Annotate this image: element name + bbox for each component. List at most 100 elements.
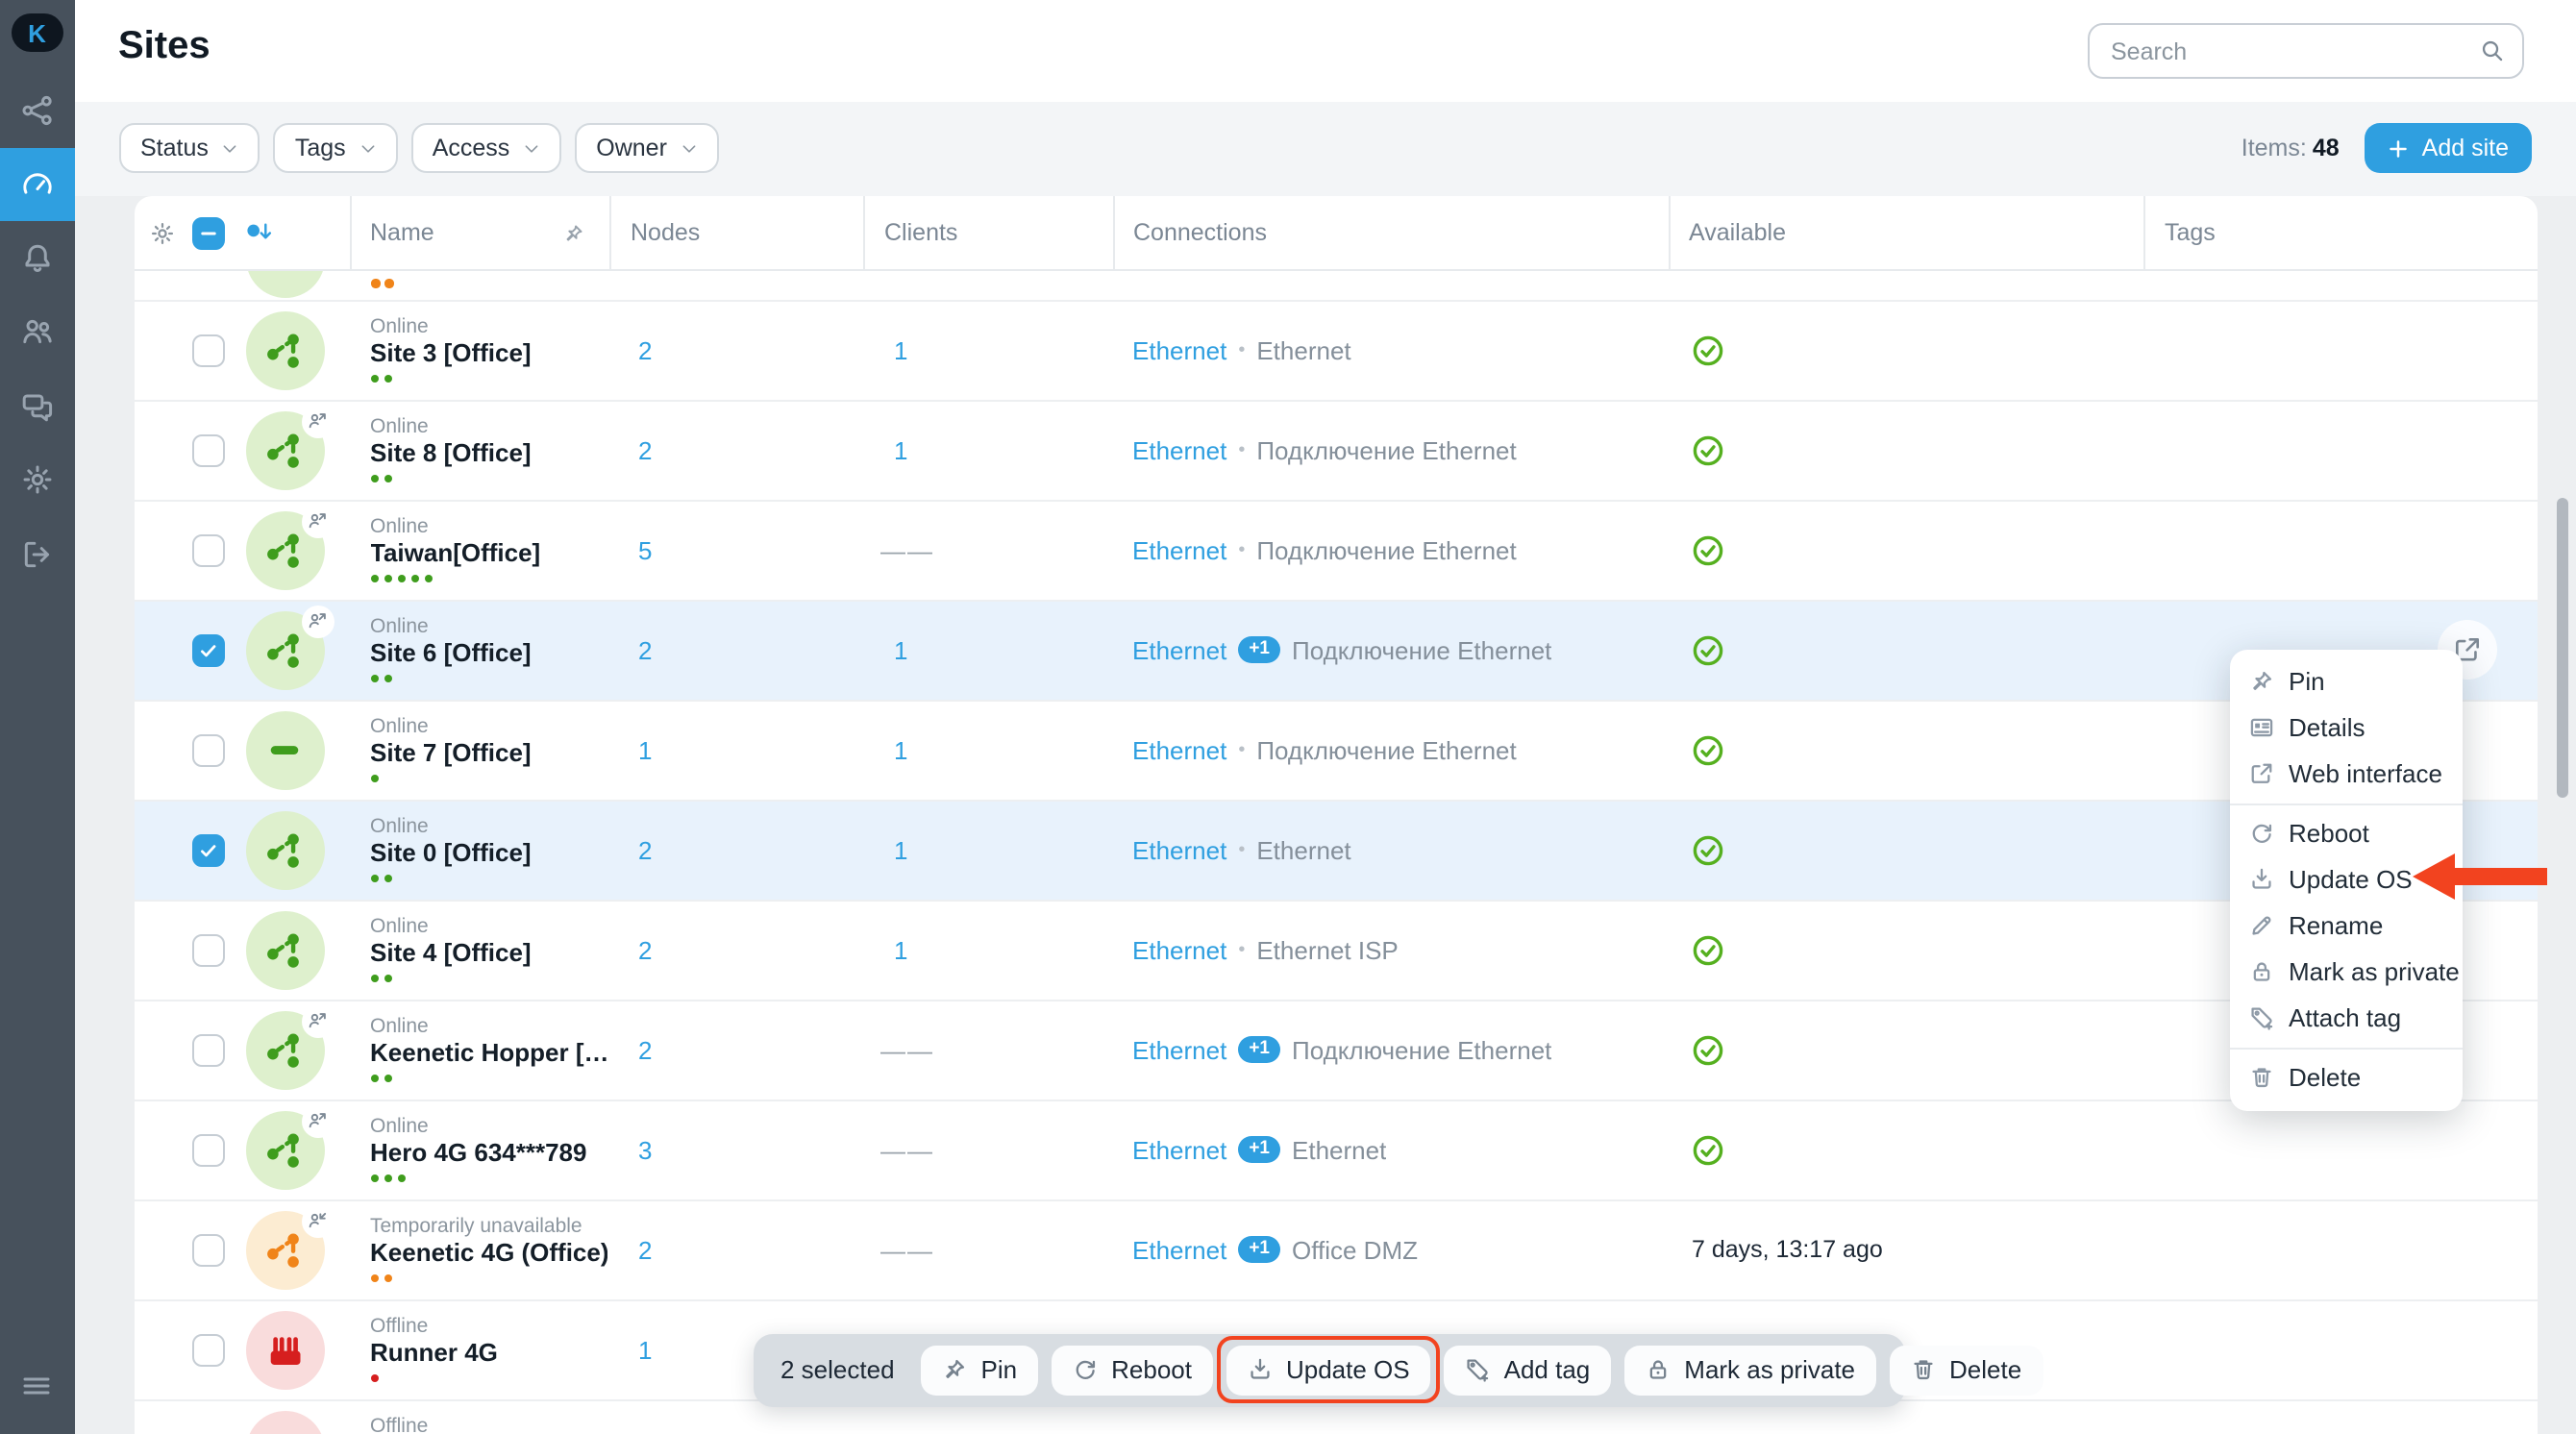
- connection-link[interactable]: Ethernet: [1132, 1135, 1226, 1164]
- connection-link[interactable]: Ethernet: [1132, 435, 1226, 464]
- menu-item-mark-as-private[interactable]: Mark as private: [2229, 949, 2462, 995]
- column-header-name[interactable]: Name: [351, 196, 611, 269]
- nodes-count[interactable]: 2: [638, 835, 652, 864]
- row-checkbox[interactable]: [191, 1033, 224, 1066]
- table-row[interactable]: OnlineKeenetic Hopper […2——Ethernet+1Под…: [135, 1001, 2538, 1100]
- sidebar-item-sites[interactable]: [0, 73, 74, 147]
- site-name[interactable]: Hero 4G 634***789: [370, 1138, 587, 1171]
- nodes-count[interactable]: 2: [638, 635, 652, 664]
- sidebar-item-logout[interactable]: [0, 517, 74, 591]
- menu-item-delete[interactable]: Delete: [2229, 1054, 2462, 1100]
- row-checkbox[interactable]: [191, 533, 224, 566]
- menu-item-attach-tag[interactable]: Attach tag: [2229, 995, 2462, 1041]
- site-name[interactable]: Site 4 [Office]: [370, 938, 532, 971]
- bulk-delete-button[interactable]: Delete: [1890, 1346, 2043, 1396]
- connection-link[interactable]: Ethernet: [1132, 635, 1226, 664]
- filter-chip-access[interactable]: Access: [411, 123, 562, 173]
- row-checkbox[interactable]: [191, 1333, 224, 1366]
- app-logo[interactable]: K: [12, 13, 63, 52]
- column-header-nodes[interactable]: Nodes: [611, 196, 865, 269]
- bulk-reboot-button[interactable]: Reboot: [1052, 1346, 1213, 1396]
- table-row[interactable]: OnlineSite 8 [Office]21Ethernet•Подключе…: [135, 401, 2538, 501]
- nodes-count[interactable]: 2: [638, 1235, 652, 1264]
- menu-item-update-os[interactable]: Update OS: [2229, 856, 2462, 902]
- table-row[interactable]: OnlineHero 4G 634***7893——Ethernet+1Ethe…: [135, 1100, 2538, 1200]
- site-name[interactable]: Runner 4G: [370, 1338, 498, 1371]
- clients-count[interactable]: 1: [894, 335, 907, 364]
- connection-link[interactable]: Ethernet: [1132, 1035, 1226, 1064]
- connection-link[interactable]: Ethernet: [1132, 935, 1226, 964]
- row-checkbox[interactable]: [191, 1133, 224, 1166]
- menu-item-web-interface[interactable]: Web interface: [2229, 751, 2462, 797]
- row-checkbox[interactable]: [191, 933, 224, 966]
- nodes-count[interactable]: 5: [638, 535, 652, 564]
- site-name[interactable]: Site 6 [Office]: [370, 638, 532, 671]
- clients-count[interactable]: 1: [894, 735, 907, 764]
- connection-link[interactable]: Ethernet: [1132, 735, 1226, 764]
- clients-count[interactable]: 1: [894, 435, 907, 464]
- clients-count[interactable]: 1: [894, 935, 907, 964]
- filter-chip-tags[interactable]: Tags: [274, 123, 398, 173]
- row-checkbox[interactable]: [191, 733, 224, 766]
- clients-count[interactable]: 1: [894, 835, 907, 864]
- extra-connections-badge[interactable]: +1: [1238, 637, 1280, 663]
- site-name[interactable]: Site 7 [Office]: [370, 738, 532, 771]
- table-row[interactable]: OnlineSite 6 [Office]21Ethernet+1Подключ…: [135, 601, 2538, 701]
- connection-link[interactable]: Ethernet: [1132, 335, 1226, 364]
- pin-icon[interactable]: [563, 222, 584, 243]
- site-name[interactable]: Site 8 [Office]: [370, 438, 532, 471]
- bulk-update-os-button[interactable]: Update OS: [1226, 1346, 1431, 1396]
- site-name[interactable]: Taiwan[Office]: [370, 538, 540, 571]
- sidebar-item-settings[interactable]: [0, 443, 74, 517]
- connection-link[interactable]: Ethernet: [1132, 535, 1226, 564]
- bulk-mark-as-private-button[interactable]: Mark as private: [1624, 1346, 1876, 1396]
- table-settings-gear-icon[interactable]: [150, 220, 175, 245]
- table-row[interactable]: Temporarily unavailableKeenetic 4G (Offi…: [135, 1200, 2538, 1300]
- column-header-connections[interactable]: Connections: [1114, 196, 1670, 269]
- scrollbar-thumb[interactable]: [2556, 498, 2568, 798]
- sidebar-item-notifications[interactable]: [0, 221, 74, 295]
- select-all-checkbox[interactable]: [192, 216, 225, 249]
- hamburger-menu-icon[interactable]: [0, 1357, 74, 1415]
- filter-chip-owner[interactable]: Owner: [575, 123, 719, 173]
- connection-link[interactable]: Ethernet: [1132, 835, 1226, 864]
- search-input[interactable]: [2107, 36, 2480, 66]
- filter-chip-status[interactable]: Status: [119, 123, 260, 173]
- site-name[interactable]: Site 3 [Office]: [370, 338, 532, 371]
- sidebar-item-dashboard[interactable]: [0, 147, 74, 221]
- extra-connections-badge[interactable]: +1: [1238, 1037, 1280, 1063]
- table-row[interactable]: OnlineSite 4 [Office]21Ethernet•Ethernet…: [135, 901, 2538, 1001]
- nodes-count[interactable]: 3: [638, 1135, 652, 1164]
- table-row[interactable]: OnlineSite 0 [Office]21Ethernet•Ethernet: [135, 801, 2538, 901]
- site-name[interactable]: Keenetic Hopper […: [370, 1038, 607, 1071]
- menu-item-reboot[interactable]: Reboot: [2229, 810, 2462, 856]
- site-name[interactable]: Site 0 [Office]: [370, 838, 532, 871]
- table-row[interactable]: OnlineSite 7 [Office]11Ethernet•Подключе…: [135, 701, 2538, 801]
- nodes-count[interactable]: 2: [638, 1035, 652, 1064]
- column-header-clients[interactable]: Clients: [865, 196, 1114, 269]
- extra-connections-badge[interactable]: +1: [1238, 1237, 1280, 1263]
- bulk-add-tag-button[interactable]: Add tag: [1445, 1346, 1612, 1396]
- nodes-count[interactable]: 2: [638, 335, 652, 364]
- bulk-pin-button[interactable]: Pin: [922, 1346, 1039, 1396]
- table-row[interactable]: OnlineTaiwan[Office]5——Ethernet•Подключе…: [135, 501, 2538, 601]
- row-checkbox[interactable]: [191, 1233, 224, 1266]
- extra-connections-badge[interactable]: +1: [1238, 1137, 1280, 1163]
- menu-item-details[interactable]: Details: [2229, 705, 2462, 751]
- nodes-count[interactable]: 2: [638, 935, 652, 964]
- search-icon[interactable]: [2480, 38, 2505, 63]
- clients-count[interactable]: 1: [894, 635, 907, 664]
- column-header-tags[interactable]: Tags: [2145, 196, 2538, 269]
- row-checkbox[interactable]: [191, 334, 224, 366]
- site-name[interactable]: Keenetic 4G (Office): [370, 1238, 607, 1271]
- menu-item-pin[interactable]: Pin: [2229, 658, 2462, 705]
- sidebar-item-messages[interactable]: [0, 369, 74, 443]
- menu-item-rename[interactable]: Rename: [2229, 902, 2462, 949]
- nodes-count[interactable]: 2: [638, 435, 652, 464]
- connection-link[interactable]: Ethernet: [1132, 1235, 1226, 1264]
- row-checkbox[interactable]: [191, 633, 224, 666]
- status-sort-indicator[interactable]: [242, 219, 277, 246]
- row-checkbox[interactable]: [191, 433, 224, 466]
- nodes-count[interactable]: 1: [638, 735, 652, 764]
- column-header-available[interactable]: Available: [1670, 196, 2145, 269]
